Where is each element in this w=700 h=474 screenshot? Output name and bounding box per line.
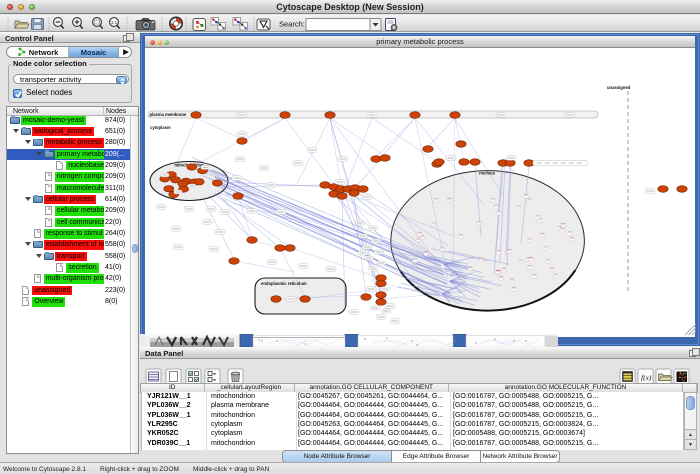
- svg-text:cytoplasm: cytoplasm: [150, 125, 171, 130]
- svg-text:Search:: Search:: [279, 20, 305, 29]
- svg-text:nucleus: nucleus: [479, 171, 495, 176]
- svg-text:f(x): f(x): [641, 373, 652, 382]
- svg-text:unassigned: unassigned: [607, 85, 631, 90]
- svg-text:1:1: 1:1: [111, 20, 118, 25]
- svg-text:endoplasmic reticulum: endoplasmic reticulum: [261, 281, 307, 286]
- svg-text:plasma membrane: plasma membrane: [150, 112, 187, 117]
